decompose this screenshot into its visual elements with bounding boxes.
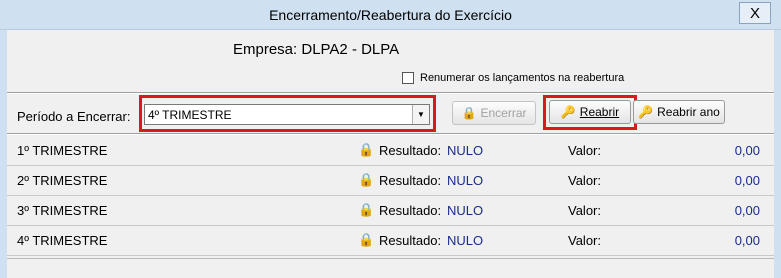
valor-value: 0,00 — [734, 203, 760, 218]
separator — [7, 92, 774, 94]
lock-icon: 🔒 — [461, 106, 477, 120]
chevron-down-icon[interactable]: ▼ — [412, 105, 429, 124]
status-bar — [7, 258, 774, 278]
reabrir-ano-button-label: Reabrir ano — [657, 105, 720, 119]
resultado-value: NULO — [447, 143, 484, 158]
resultado-value: NULO — [447, 203, 484, 218]
period-name: 4º TRIMESTRE — [17, 233, 108, 248]
period-row: 2º TRIMESTRE 🔒 Resultado: NULO Valor: 0,… — [7, 166, 774, 196]
period-name: 1º TRIMESTRE — [17, 143, 108, 158]
period-row: 1º TRIMESTRE 🔒 Resultado: NULO Valor: 0,… — [7, 136, 774, 166]
resultado-value: NULO — [447, 233, 484, 248]
renumerar-option[interactable]: Renumerar os lançamentos na reabertura — [402, 72, 624, 84]
valor-label: Valor: — [568, 203, 601, 218]
valor-label: Valor: — [568, 233, 601, 248]
key-icon: 🔑 — [638, 105, 654, 119]
periodo-select-value: 4º TRIMESTRE — [148, 108, 232, 122]
valor-value: 0,00 — [734, 233, 760, 248]
period-name: 2º TRIMESTRE — [17, 173, 108, 188]
empresa-label: Empresa: DLPA2 - DLPA — [233, 41, 400, 58]
window-titlebar: Encerramento/Reabertura do Exercício X — [0, 0, 781, 30]
reabrir-button[interactable]: 🔑 Reabrir — [549, 100, 631, 124]
reabrir-ano-button[interactable]: 🔑 Reabrir ano — [633, 100, 725, 124]
valor-value: 0,00 — [734, 143, 760, 158]
renumerar-checkbox[interactable] — [402, 72, 414, 84]
close-button[interactable]: X — [739, 2, 771, 24]
resultado-label: Resultado: — [379, 233, 442, 248]
resultado-value: NULO — [447, 173, 484, 188]
lock-icon: 🔒 — [358, 172, 375, 187]
lock-icon: 🔒 — [358, 202, 375, 217]
periodo-label: Período a Encerrar: — [17, 109, 131, 124]
valor-label: Valor: — [568, 173, 601, 188]
window-title: Encerramento/Reabertura do Exercício — [269, 7, 512, 23]
valor-label: Valor: — [568, 143, 601, 158]
renumerar-label: Renumerar os lançamentos na reabertura — [420, 72, 625, 84]
period-row: 3º TRIMESTRE 🔒 Resultado: NULO Valor: 0,… — [7, 196, 774, 226]
lock-icon: 🔒 — [358, 142, 375, 157]
resultado-label: Resultado: — [379, 143, 442, 158]
lock-icon: 🔒 — [358, 232, 375, 247]
resultado-label: Resultado: — [379, 173, 442, 188]
periodo-select[interactable]: 4º TRIMESTRE ▼ — [144, 104, 430, 125]
encerrar-button[interactable]: 🔒 Encerrar — [452, 101, 536, 125]
key-icon: 🔑 — [560, 105, 576, 119]
separator — [7, 133, 774, 135]
period-row: 4º TRIMESTRE 🔒 Resultado: NULO Valor: 0,… — [7, 226, 774, 256]
reabrir-button-label: Reabrir — [579, 105, 620, 119]
resultado-label: Resultado: — [379, 203, 442, 218]
valor-value: 0,00 — [734, 173, 760, 188]
encerrar-button-label: Encerrar — [480, 106, 527, 120]
period-name: 3º TRIMESTRE — [17, 203, 108, 218]
